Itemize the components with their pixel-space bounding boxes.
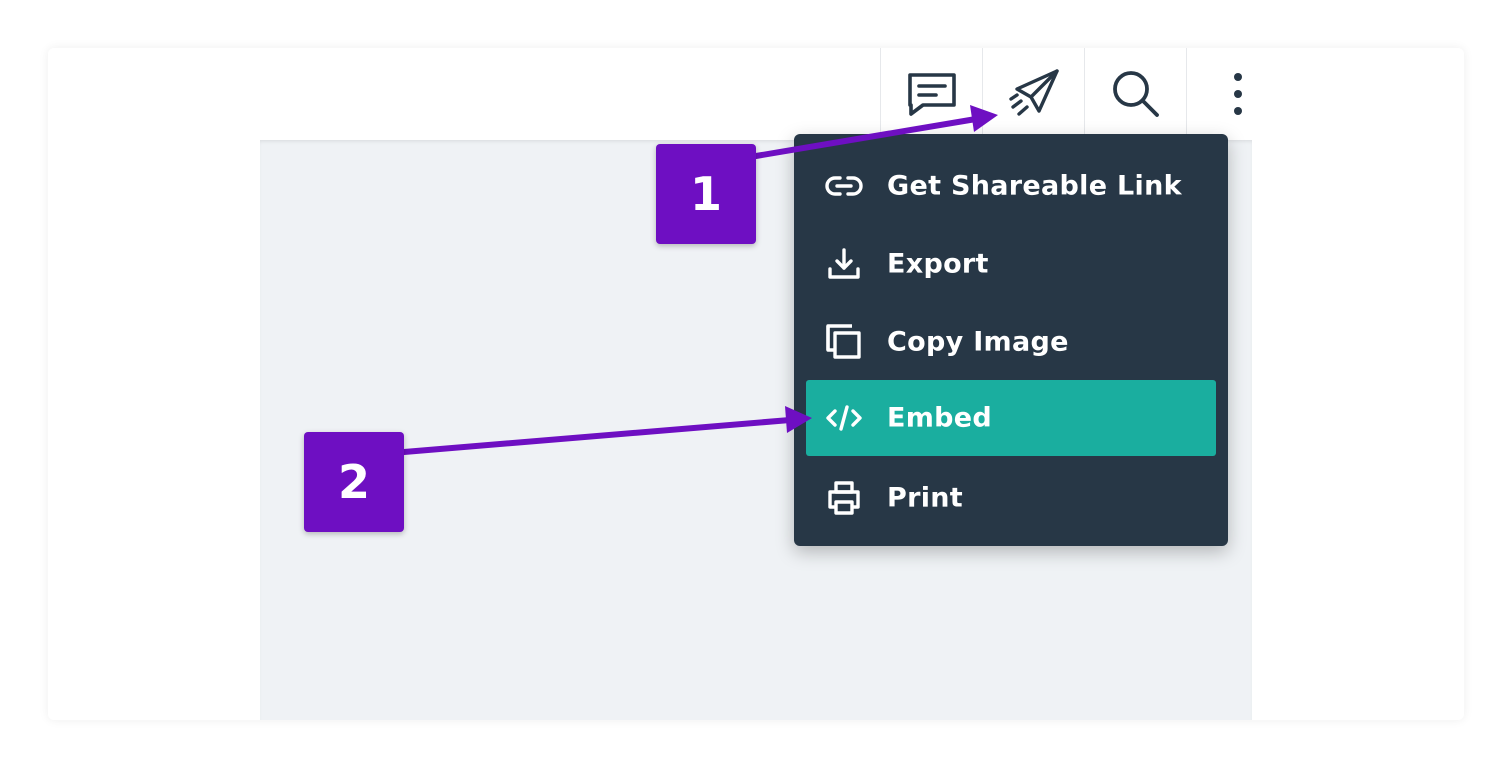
comment-button[interactable] — [880, 48, 982, 140]
menu-item-copy-image[interactable]: Copy Image — [806, 304, 1216, 380]
more-options-button[interactable] — [1186, 48, 1288, 140]
search-icon — [1111, 69, 1161, 119]
comment-icon — [906, 71, 958, 117]
share-menu: Get Shareable Link Export Copy Image Emb… — [794, 134, 1228, 546]
step-2-badge: 2 — [304, 432, 404, 532]
menu-item-export[interactable]: Export — [806, 226, 1216, 302]
link-icon — [824, 166, 864, 206]
top-toolbar — [880, 48, 1288, 140]
menu-item-label: Copy Image — [887, 326, 1069, 358]
download-icon — [824, 244, 864, 284]
code-icon — [824, 398, 864, 438]
menu-item-embed[interactable]: Embed — [806, 380, 1216, 456]
more-vertical-icon — [1232, 72, 1244, 116]
menu-item-label: Embed — [887, 402, 993, 434]
search-button[interactable] — [1084, 48, 1186, 140]
menu-item-print[interactable]: Print — [806, 460, 1216, 536]
printer-icon — [824, 478, 864, 518]
share-button[interactable] — [982, 48, 1084, 140]
menu-item-label: Print — [887, 482, 963, 514]
paper-plane-icon — [1007, 67, 1061, 121]
copy-icon — [824, 322, 864, 362]
app-window — [48, 48, 1464, 720]
menu-item-get-shareable-link[interactable]: Get Shareable Link — [806, 148, 1216, 224]
menu-item-label: Export — [887, 248, 989, 280]
step-1-badge: 1 — [656, 144, 756, 244]
menu-item-label: Get Shareable Link — [887, 170, 1182, 202]
